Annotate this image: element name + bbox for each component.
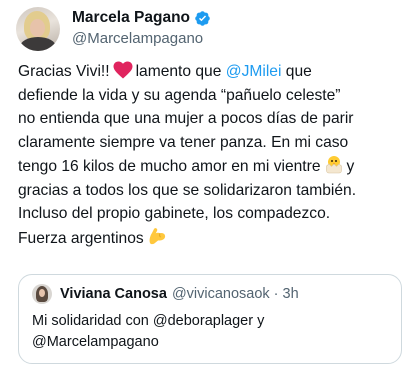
author-display-name[interactable]: Marcela Pagano: [72, 9, 190, 27]
tweet-line: Fuerza argentinos: [18, 226, 410, 251]
author-avatar[interactable]: [16, 7, 60, 51]
tweet-line: defiende la vida y su agenda “pañuelo ce…: [18, 86, 341, 104]
quoted-tweet-line: @Marcelampagano: [32, 334, 159, 350]
dot-separator: ·: [273, 286, 279, 302]
tweet-line: claramente siempre va tener panza. En mi…: [18, 133, 349, 151]
tweet-line: tengo 16 kilos de mucho amor en mi vient…: [18, 154, 410, 179]
quoted-tweet-card[interactable]: Viviana Canosa @vivicanosaok · 3h Mi sol…: [18, 274, 402, 364]
tweet-text: Gracias Vivi!! lamento que @JMilei que de…: [18, 60, 410, 250]
red-heart-icon: [113, 61, 133, 79]
tweet-line: gracias a todos los que se solidarizaron…: [18, 181, 357, 199]
mention-link[interactable]: @JMilei: [226, 63, 282, 80]
quoted-tweet-header: Viviana Canosa @vivicanosaok · 3h: [32, 284, 299, 304]
tweet-line: no entienda que una mujer a pocos días d…: [18, 110, 354, 127]
verified-badge-icon: [195, 10, 210, 26]
quoted-tweet-time[interactable]: 3h: [283, 286, 299, 302]
quoted-author-handle[interactable]: @vivicanosaok: [172, 286, 270, 302]
flexed-biceps-icon: [149, 227, 165, 244]
hatching-chick-icon: [325, 156, 342, 174]
tweet-line: Gracias Vivi!! lamento que @JMilei que: [18, 61, 312, 80]
tweet-line: Incluso del propio gabinete, los compade…: [18, 205, 331, 222]
quoted-tweet-line: Mi solidaridad con @deboraplager y: [32, 313, 265, 329]
quoted-tweet-text: Mi solidaridad con @deboraplager y @Marc…: [32, 311, 392, 353]
quoted-author-avatar[interactable]: [32, 284, 52, 304]
tweet-header: Marcela Pagano @Marcelampagano: [16, 7, 211, 51]
quoted-author-display-name[interactable]: Viviana Canosa: [60, 286, 167, 302]
author-names: Marcela Pagano @Marcelampagano: [72, 8, 211, 47]
author-handle[interactable]: @Marcelampagano: [72, 30, 211, 47]
